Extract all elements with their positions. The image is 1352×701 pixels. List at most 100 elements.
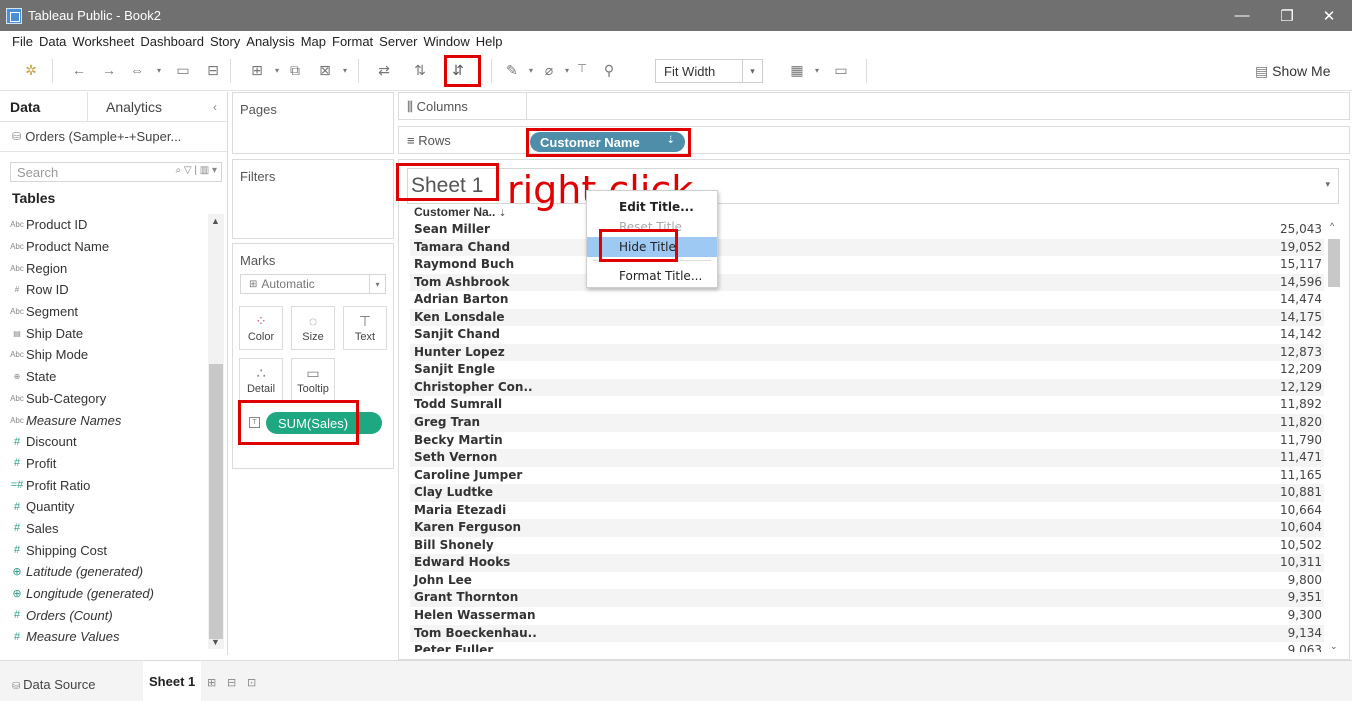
chevron-down-icon[interactable]: ▾ (1325, 179, 1330, 190)
group-icon[interactable]: ⌀ (540, 62, 558, 79)
swap-rows-columns-icon[interactable]: ⇄ (375, 62, 393, 79)
field-item[interactable]: Abc Product ID (0, 214, 208, 236)
sort-icon[interactable]: ⇣ (499, 208, 507, 218)
table-row[interactable]: Edward Hooks 10,311 (410, 554, 1324, 572)
table-row[interactable]: Helen Wasserman 9,300 (410, 607, 1324, 625)
field-item[interactable]: ⊕ Longitude (generated) (0, 583, 208, 605)
new-dashboard-tab-icon[interactable]: ⊟ (227, 676, 236, 689)
scroll-down-icon[interactable]: ⌄ (1330, 641, 1338, 652)
new-story-tab-icon[interactable]: ⊡ (247, 676, 256, 689)
color-button[interactable]: ⁘ Color (239, 306, 283, 350)
table-row[interactable]: Karen Ferguson 10,604 (410, 519, 1324, 537)
table-row[interactable]: Sanjit Engle 12,209 (410, 361, 1324, 379)
menu-story[interactable]: Story (210, 34, 240, 49)
table-row[interactable]: John Lee 9,800 (410, 572, 1324, 590)
menu-help[interactable]: Help (476, 34, 503, 49)
table-row[interactable]: Greg Tran 11,820 (410, 414, 1324, 432)
dropdown-icon[interactable]: ▾ (150, 66, 168, 75)
data-source-tab[interactable]: ⛁ Data Source (12, 677, 95, 692)
field-item[interactable]: # Shipping Cost (0, 539, 208, 561)
table-row[interactable]: Becky Martin 11,790 (410, 432, 1324, 450)
menu-map[interactable]: Map (301, 34, 326, 49)
tab-data[interactable]: Data (0, 91, 88, 122)
new-worksheet-tab-icon[interactable]: ⊞ (207, 676, 216, 689)
menu-format[interactable]: Format (332, 34, 373, 49)
new-datasource-icon[interactable]: ⊟ (204, 62, 222, 79)
viz-scrollbar[interactable]: ^ ⌄ (1325, 221, 1343, 652)
table-row[interactable]: Tom Ashbrook 14,596 (410, 273, 1324, 292)
highlight-dropdown-icon[interactable]: ▾ (522, 66, 540, 75)
menu-analysis[interactable]: Analysis (246, 34, 294, 49)
field-item[interactable]: # Row ID (0, 279, 208, 301)
menu-server[interactable]: Server (379, 34, 417, 49)
detail-button[interactable]: ∴ Detail (239, 358, 283, 402)
menu-item-format-title[interactable]: Format Title... (587, 266, 717, 286)
table-row[interactable]: Tamara Chand 19,052 (410, 238, 1324, 257)
field-item[interactable]: Abc Ship Mode (0, 344, 208, 366)
table-row[interactable]: Seth Vernon 11,471 (410, 449, 1324, 467)
table-row[interactable]: Sean Miller 25,043 (410, 221, 1324, 239)
sort-ascending-icon[interactable]: ⇅ (411, 62, 429, 79)
show-cards-dropdown-icon[interactable]: ▾ (808, 66, 826, 75)
search-input[interactable]: Search ⌕ ▽ | ▥ ▾ (10, 162, 222, 182)
field-item[interactable]: =# Profit Ratio (0, 474, 208, 496)
minimize-button[interactable]: — (1223, 0, 1261, 31)
field-item[interactable]: Abc Segment (0, 301, 208, 323)
menu-item-edit-title[interactable]: Edit Title... (587, 197, 717, 217)
table-row[interactable]: Christopher Con.. 12,129 (410, 378, 1324, 397)
menu-window[interactable]: Window (423, 34, 469, 49)
table-row[interactable]: Sanjit Chand 14,142 (410, 326, 1324, 344)
show-labels-icon[interactable]: ⊤ (573, 62, 591, 75)
field-item[interactable]: Abc Sub-Category (0, 388, 208, 410)
pages-card[interactable]: Pages (232, 92, 394, 154)
field-item[interactable]: ⊕ Latitude (generated) (0, 561, 208, 583)
column-header[interactable]: Customer Na.. ⇣ (414, 205, 506, 219)
clear-sheet-icon[interactable]: ⊠ (316, 62, 334, 79)
search-filter-icons[interactable]: ⌕ ▽ | ▥ ▾ (176, 165, 217, 176)
field-item[interactable]: Abc Region (0, 257, 208, 279)
data-pane-scrollbar[interactable]: ▲ ▼ (208, 214, 224, 649)
redo-icon[interactable]: → (100, 62, 118, 78)
new-worksheet-icon[interactable]: ⊞ (248, 62, 266, 79)
clear-dropdown-icon[interactable]: ▾ (336, 66, 354, 75)
table-row[interactable]: Hunter Lopez 12,873 (410, 343, 1324, 362)
scrollbar-thumb[interactable] (1328, 239, 1340, 287)
tooltip-button[interactable]: ▭ Tooltip (291, 358, 335, 402)
table-row[interactable]: Bill Shonely 10,502 (410, 537, 1324, 555)
duplicate-icon[interactable]: ⧉ (286, 62, 304, 79)
table-row[interactable]: Adrian Barton 14,474 (410, 291, 1324, 309)
text-button[interactable]: ⊤ Text (343, 306, 387, 350)
table-row[interactable]: Raymond Buch 15,117 (410, 256, 1324, 274)
menu-dashboard[interactable]: Dashboard (140, 34, 204, 49)
collapse-pane-icon[interactable]: ‹ (213, 100, 217, 114)
close-button[interactable]: ✕ (1310, 0, 1348, 31)
show-me-button[interactable]: ▤ Show Me (1255, 63, 1330, 80)
table-row[interactable]: Clay Ludtke 10,881 (410, 484, 1324, 502)
filters-card[interactable]: Filters (232, 159, 394, 239)
field-item[interactable]: ⊕ State (0, 366, 208, 388)
table-row[interactable]: Grant Thornton 9,351 (410, 589, 1324, 608)
field-item[interactable]: # Orders (Count) (0, 604, 208, 626)
highlight-icon[interactable]: ✎ (503, 62, 521, 79)
undo-icon[interactable]: ← (70, 62, 88, 78)
table-row[interactable]: Caroline Jumper 11,165 (410, 467, 1324, 485)
field-item[interactable]: # Quantity (0, 496, 208, 518)
menu-file[interactable]: File (12, 34, 33, 49)
tableau-logo-icon[interactable]: ✲ (22, 62, 40, 79)
field-item[interactable]: Abc Measure Names (0, 409, 208, 431)
presentation-mode-icon[interactable]: ▭ (832, 62, 850, 79)
field-item[interactable]: # Sales (0, 518, 208, 540)
new-worksheet-dropdown-icon[interactable]: ▾ (268, 66, 286, 75)
size-button[interactable]: ◌ Size (291, 306, 335, 350)
scroll-down-icon[interactable]: ▼ (211, 637, 220, 647)
save-icon[interactable]: ▭ (174, 62, 192, 79)
scroll-up-icon[interactable]: ^ (1330, 221, 1334, 231)
field-item[interactable]: # Discount (0, 431, 208, 453)
menu-data[interactable]: Data (39, 34, 66, 49)
field-item[interactable]: # Measure Values (0, 626, 208, 648)
field-item[interactable]: # Profit (0, 453, 208, 475)
table-row[interactable]: Tom Boeckenhau.. 9,134 (410, 624, 1324, 643)
fit-width-select[interactable]: Fit Width ▾ (655, 59, 763, 83)
field-item[interactable]: ▤ Ship Date (0, 322, 208, 344)
table-row[interactable]: Todd Sumrall 11,892 (410, 396, 1324, 414)
